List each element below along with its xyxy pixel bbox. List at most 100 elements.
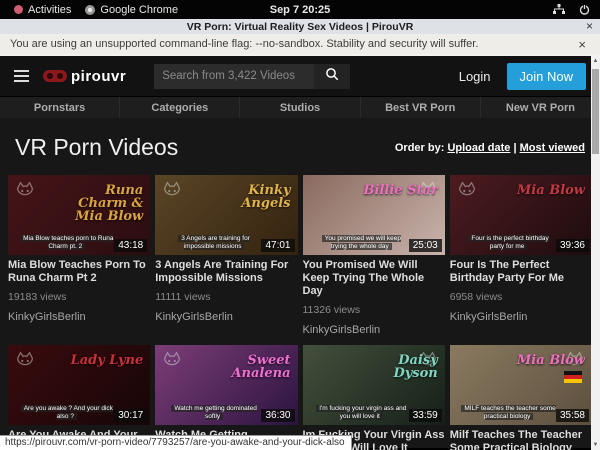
video-title-link[interactable]: Mia Blow Teaches Porn To Runa Charm Pt 2: [8, 259, 150, 285]
login-link[interactable]: Login: [459, 69, 491, 84]
duration-badge: 30:17: [114, 409, 147, 422]
video-studio-link[interactable]: KinkyGirlsBerlin: [155, 311, 297, 323]
search-input[interactable]: [154, 64, 314, 89]
video-title-link[interactable]: 3 Angels Are Training For Impossible Mis…: [155, 259, 297, 285]
video-card: Mia Blow MILF teaches the teacher some p…: [450, 345, 592, 450]
nav-item-best-vr-porn[interactable]: Best VR Porn: [360, 97, 480, 118]
thumbnail-caption: Mia Blow teaches porn to Runa Charm pt. …: [19, 235, 114, 251]
vr-goggles-icon: [43, 70, 67, 82]
thumbnail-performer-name: Daisy Dyson: [350, 354, 438, 380]
nav-item-studios[interactable]: Studios: [239, 97, 359, 118]
video-thumbnail[interactable]: Runa Charm & Mia Blow Mia Blow teaches p…: [8, 175, 150, 255]
video-card: Billie Star You promised we will keep tr…: [303, 175, 445, 340]
video-title-link[interactable]: You Promised We Will Keep Trying The Who…: [303, 259, 445, 298]
video-thumbnail[interactable]: Daisy Dyson I'm fucking your virgin ass …: [303, 345, 445, 425]
video-card: Runa Charm & Mia Blow Mia Blow teaches p…: [8, 175, 150, 340]
thumbnail-performer-name: Runa Charm & Mia Blow: [55, 184, 143, 223]
duration-badge: 35:58: [556, 409, 589, 422]
scrollbar-down-icon[interactable]: ▼: [591, 442, 600, 448]
video-thumbnail[interactable]: Lady Lyne Are you awake ? And your dick …: [8, 345, 150, 425]
thumbnail-caption: You promised we will keep trying the who…: [314, 235, 409, 251]
video-thumbnail[interactable]: Mia Blow MILF teaches the teacher some p…: [450, 345, 592, 425]
site-header: pirouvr Login Join Now: [0, 56, 600, 96]
search-button[interactable]: [314, 64, 350, 89]
window-title: VR Porn: Virtual Reality Sex Videos | Pi…: [187, 21, 414, 33]
thumbnail-caption: MILF teaches the teacher some practical …: [461, 405, 556, 421]
video-grid: Runa Charm & Mia Blow Mia Blow teaches p…: [8, 175, 592, 450]
join-now-button[interactable]: Join Now: [507, 63, 586, 90]
infobar-message: You are using an unsupported command-lin…: [10, 38, 478, 50]
order-by-most-viewed-link[interactable]: Most viewed: [520, 142, 585, 154]
duration-badge: 33:59: [409, 409, 442, 422]
browser-title-bar: VR Porn: Virtual Reality Sex Videos | Pi…: [0, 19, 600, 34]
nav-item-pornstars[interactable]: Pornstars: [0, 97, 119, 118]
activities-label: Activities: [28, 4, 71, 16]
duration-badge: 39:36: [556, 239, 589, 252]
studio-watermark-icon: [161, 180, 183, 202]
video-studio-link[interactable]: KinkyGirlsBerlin: [303, 324, 445, 336]
distro-logo-icon: [14, 5, 23, 14]
video-title-link[interactable]: Four Is The Perfect Birthday Party For M…: [450, 259, 592, 285]
content-area: VR Porn Videos Order by: Upload date | M…: [0, 118, 600, 450]
video-views: 6958 views: [450, 291, 592, 303]
page-title: VR Porn Videos: [15, 134, 178, 161]
thumbnail-caption: Four is the perfect birthday party for m…: [461, 235, 556, 251]
logo-text: pirouvr: [71, 68, 126, 85]
chrome-app-icon: [85, 5, 95, 15]
video-card: Kinky Angels 3 Angels are training for i…: [155, 175, 297, 340]
video-title-link[interactable]: Milf Teaches The Teacher Some Practical …: [450, 429, 592, 450]
thumbnail-caption: Watch me getting dominated softly: [167, 405, 262, 421]
scrollbar-up-icon[interactable]: ▲: [591, 58, 600, 64]
system-top-bar: Activities Google Chrome Sep 7 20:25: [0, 0, 600, 19]
studio-watermark-icon: [161, 350, 183, 372]
order-by-upload-date-link[interactable]: Upload date: [447, 142, 510, 154]
app-name-label: Google Chrome: [100, 4, 178, 16]
site-logo[interactable]: pirouvr: [43, 68, 126, 85]
duration-badge: 43:18: [114, 239, 147, 252]
focused-app-menu[interactable]: Google Chrome: [85, 4, 178, 16]
thumbnail-caption: I'm fucking your virgin ass and you will…: [314, 405, 409, 421]
video-studio-link[interactable]: KinkyGirlsBerlin: [450, 311, 592, 323]
activities-menu[interactable]: Activities: [14, 4, 71, 16]
german-flag: [564, 371, 582, 383]
video-thumbnail[interactable]: Mia Blow Four is the perfect birthday pa…: [450, 175, 592, 255]
studio-watermark-icon: [456, 180, 478, 202]
duration-badge: 36:30: [261, 409, 294, 422]
network-icon[interactable]: [553, 4, 565, 15]
infobar-close-icon[interactable]: ×: [578, 37, 586, 52]
window-close-icon[interactable]: ×: [586, 19, 593, 34]
thumbnail-performer-name: Lady Lyne: [55, 354, 143, 367]
order-by-label: Order by:: [395, 142, 445, 154]
nav-item-categories[interactable]: Categories: [119, 97, 239, 118]
studio-watermark-icon: [14, 350, 36, 372]
thumbnail-performer-name: Mia Blow: [497, 354, 585, 367]
hamburger-menu-icon[interactable]: [14, 70, 29, 82]
video-thumbnail[interactable]: Billie Star You promised we will keep tr…: [303, 175, 445, 255]
video-thumbnail[interactable]: Sweet Analena Watch me getting dominated…: [155, 345, 297, 425]
duration-badge: 25:03: [409, 239, 442, 252]
video-views: 11111 views: [155, 291, 297, 303]
status-url-tooltip: https://pirouvr.com/vr-porn-video/779325…: [0, 435, 352, 450]
power-icon[interactable]: [579, 4, 590, 15]
thumbnail-performer-name: Billie Star: [350, 184, 438, 197]
thumbnail-caption: 3 Angels are training for impossible mis…: [167, 235, 262, 251]
video-views: 11326 views: [303, 304, 445, 316]
order-separator: |: [510, 142, 519, 154]
thumbnail-performer-name: Kinky Angels: [202, 184, 290, 210]
page-scrollbar[interactable]: ▲ ▼: [591, 56, 600, 450]
chrome-infobar: You are using an unsupported command-lin…: [0, 34, 600, 56]
main-nav: PornstarsCategoriesStudiosBest VR PornNe…: [0, 96, 600, 118]
video-thumbnail[interactable]: Kinky Angels 3 Angels are training for i…: [155, 175, 297, 255]
thumbnail-caption: Are you awake ? And your dick also ?: [19, 405, 114, 421]
video-card: Mia Blow Four is the perfect birthday pa…: [450, 175, 592, 340]
search-icon: [325, 67, 340, 85]
video-studio-link[interactable]: KinkyGirlsBerlin: [8, 311, 150, 323]
studio-watermark-icon: [14, 180, 36, 202]
clock[interactable]: Sep 7 20:25: [270, 4, 331, 16]
order-by-controls: Order by: Upload date | Most viewed: [395, 142, 585, 154]
duration-badge: 47:01: [261, 239, 294, 252]
video-views: 19183 views: [8, 291, 150, 303]
nav-item-new-vr-porn[interactable]: New VR Porn: [480, 97, 600, 118]
scrollbar-thumb[interactable]: [592, 69, 599, 154]
thumbnail-performer-name: Sweet Analena: [202, 354, 290, 380]
